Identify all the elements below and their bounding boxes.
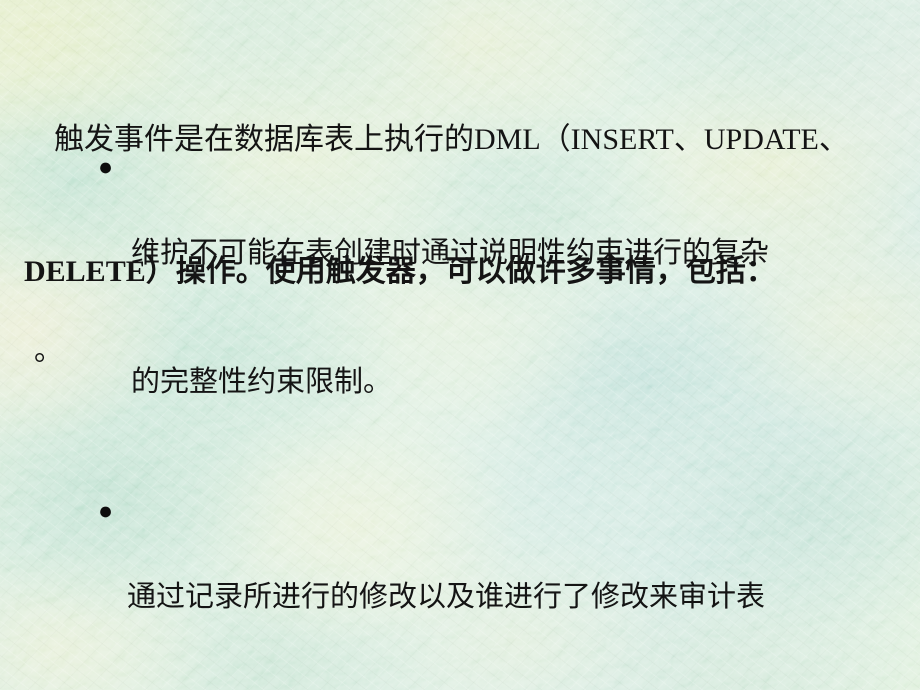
trailing-period: 。	[34, 335, 64, 367]
bullet-list: ● 维护不可能在表创建时通过说明性约束进行的复杂 的完整性约束限制。 ● 通过记…	[0, 146, 920, 690]
list-item-line: 的完整性约束限制。	[131, 366, 393, 398]
list-item-line: 通过记录所进行的修改以及谁进行了修改来审计表	[127, 581, 766, 613]
presentation-slide: 触发事件是在数据库表上执行的DML（INSERT、UPDATE、 DELETE）…	[0, 0, 920, 690]
bullet-marker-icon: ●	[98, 154, 114, 181]
bullet-marker-icon: ●	[98, 498, 114, 525]
slide-content: 触发事件是在数据库表上执行的DML（INSERT、UPDATE、 DELETE）…	[0, 0, 920, 690]
list-item: ● 维护不可能在表创建时通过说明性约束进行的复杂 的完整性约束限制。	[0, 146, 920, 490]
list-item-text: 通过记录所进行的修改以及谁进行了修改来审计表 中的信息。	[127, 490, 920, 690]
list-item-line: 维护不可能在表创建时通过说明性约束进行的复杂	[131, 237, 770, 269]
list-item-text: 维护不可能在表创建时通过说明性约束进行的复杂 的完整性约束限制。	[131, 146, 920, 490]
list-item: ● 通过记录所进行的修改以及谁进行了修改来审计表 中的信息。	[0, 490, 920, 690]
